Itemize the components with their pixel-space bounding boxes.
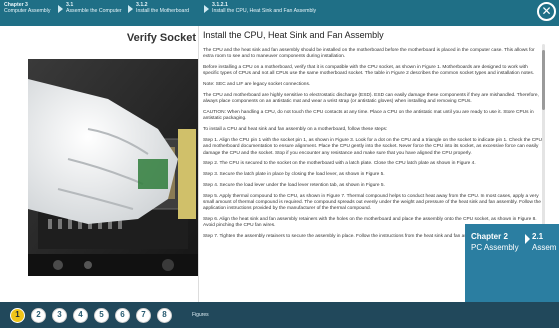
paragraph: CAUTION: When handling a CPU, do not tou… xyxy=(203,110,534,122)
figures-label: Figures xyxy=(192,312,209,318)
figure-button-1[interactable]: 1 xyxy=(10,308,25,323)
breadcrumb-topic-label: Install the CPU, Heat Sink and Fan Assem… xyxy=(212,8,317,14)
breadcrumb-section[interactable]: 3.1 Assemble the Computer xyxy=(58,2,122,14)
close-button[interactable]: ✕ xyxy=(537,2,556,21)
chevron-right-icon xyxy=(525,234,530,244)
scrollbar-thumb[interactable] xyxy=(542,50,545,110)
paragraph: Before installing a CPU on a motherboard… xyxy=(203,65,535,77)
paragraph: Step 2. The CPU is secured to the socket… xyxy=(203,161,476,167)
figure-button-5[interactable]: 5 xyxy=(94,308,109,323)
breadcrumb-topic[interactable]: 3.1.2.1 Install the CPU, Heat Sink and F… xyxy=(204,2,317,14)
paragraph: Step 1. Align the CPU pin 1 with the soc… xyxy=(203,137,542,156)
paragraph: The CPU and motherboard are highly sensi… xyxy=(203,92,539,105)
figure-button-3[interactable]: 3 xyxy=(52,308,67,323)
paragraph: Step 3. Secure the latch plate in place … xyxy=(203,172,385,178)
breadcrumb-subsection[interactable]: 3.1.2 Install the Motherboard xyxy=(128,2,190,14)
chevron-right-icon xyxy=(204,5,209,13)
figure-button-4[interactable]: 4 xyxy=(73,308,88,323)
figure-button-8[interactable]: 8 xyxy=(157,308,172,323)
top-navigation-bar: Chapter 3 Computer Assembly 3.1 Assemble… xyxy=(0,0,559,26)
chevron-right-icon xyxy=(128,5,133,13)
figure-button-6[interactable]: 6 xyxy=(115,308,130,323)
panel-title: Install the CPU, Heat Sink and Fan Assem… xyxy=(203,30,384,40)
popup-chapter-title: PC Assembly xyxy=(471,243,519,252)
figure-heading: Verify Socket xyxy=(126,32,196,44)
close-icon: ✕ xyxy=(541,4,552,18)
chevron-right-icon xyxy=(58,5,63,13)
cpu-installation-photo xyxy=(28,59,198,276)
figure-navigation-bar: 1 2 3 4 5 6 7 8 Figures xyxy=(0,302,559,328)
breadcrumb-subsection-label: Install the Motherboard xyxy=(136,8,190,14)
figure-image xyxy=(28,59,198,276)
breadcrumb-section-label: Assemble the Computer xyxy=(66,8,122,14)
paragraph: Step 5. Apply thermal compound to the CP… xyxy=(203,193,541,212)
breadcrumb-chapter[interactable]: Chapter 3 Computer Assembly xyxy=(4,2,50,14)
popup-chapter-number: Chapter 2 xyxy=(471,232,508,241)
figure-button-2[interactable]: 2 xyxy=(31,308,46,323)
popup-section-title: Assem xyxy=(532,243,557,252)
paragraph: The CPU and the heat sink and fan assemb… xyxy=(203,48,535,60)
popup-section-number: 2.1 xyxy=(532,232,544,241)
paragraph: Note: SEC and LIF are legacy socket conn… xyxy=(203,82,311,88)
paragraph: Step 4. Secure the load lever under the … xyxy=(203,182,385,188)
panel-body: The CPU and the heat sink and fan assemb… xyxy=(203,48,543,245)
breadcrumb-chapter-label: Computer Assembly xyxy=(4,8,51,14)
figure-button-7[interactable]: 7 xyxy=(136,308,151,323)
paragraph: To install a CPU and heat sink and fan a… xyxy=(203,127,388,133)
